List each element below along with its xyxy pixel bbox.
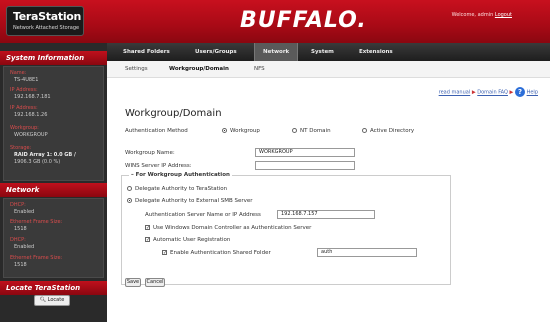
storage-value-line1: RAID Array 1: 0.0 GB / [14,152,76,158]
storage-value-line2: 1906.3 GB (0.0 %) [14,159,61,165]
network-title: Network [0,183,107,197]
enable-shared-folder-label: Enable Authentication Shared Folder [170,250,271,256]
frame2-value: 1518 [14,262,27,268]
wins-server-label: WINS Server IP Address: [125,163,192,169]
use-domain-controller-option[interactable]: ✓ Use Windows Domain Controller as Authen… [145,225,311,231]
enable-shared-folder-option[interactable]: ✓ Enable Authentication Shared Folder [162,250,271,256]
help-links: read manual ▶ Domain FAQ ▶ ? Help [439,87,538,97]
tab-extensions[interactable]: Extensions [351,43,401,61]
delegate-terastation-option[interactable]: Delegate Authority to TeraStation [127,186,227,192]
use-domain-controller-label: Use Windows Domain Controller as Authent… [153,225,312,231]
subtab-nfs[interactable]: NFS [254,66,265,72]
header-bar: TeraStation Network Attached Storage BUF… [0,0,550,43]
radio-delegate-terastation[interactable] [127,186,132,191]
tab-system[interactable]: System [303,43,342,61]
locate-terastation-title: Locate TeraStation [0,281,107,295]
dhcp2-value: Enabled [14,244,35,250]
save-button[interactable]: Save [125,278,141,287]
workgroup-value: WORKGROUP [14,132,48,138]
tab-users-groups[interactable]: Users/Groups [187,43,245,61]
frame2-label: Ethernet Frame Size: [10,255,63,261]
logo-subtitle: Network Attached Storage [13,25,80,31]
locate-button-label: Locate [47,297,65,303]
buffalo-brand: BUFFALO. [240,8,367,33]
workgroup-label: Workgroup: [10,125,39,131]
help-link[interactable]: Help [527,90,538,96]
system-info-box: Name: TS-4U8E1 IP Address: 192.168.7.181… [3,66,104,181]
active-directory-option-label: Active Directory [370,128,415,134]
cancel-button[interactable]: Cancel [145,278,165,287]
workgroup-name-label: Workgroup Name: [125,150,175,156]
welcome-text: Welcome, admin Logout [452,12,512,18]
radio-delegate-smb[interactable] [127,198,132,203]
auth-option-workgroup[interactable]: Workgroup [222,128,260,134]
workgroup-option-label: Workgroup [230,128,260,134]
delegate-terastation-label: Delegate Authority to TeraStation [135,186,228,192]
subtab-workgroup-domain[interactable]: Workgroup/Domain [169,66,229,72]
auto-user-registration-option[interactable]: ✓ Automatic User Registration [145,237,230,243]
auth-option-nt-domain[interactable]: NT Domain [292,128,331,134]
auth-server-input[interactable]: 192.168.7.157 [277,210,375,219]
top-nav: Shared Folders Users/Groups Network Syst… [107,43,550,61]
locate-icon: 🔍︎ [39,297,47,303]
storage-label: Storage: [10,145,32,151]
domain-faq-link[interactable]: Domain FAQ [477,90,508,96]
frame1-label: Ethernet Frame Size: [10,219,63,225]
welcome-label: Welcome, admin [451,12,494,18]
subtab-settings[interactable]: Settings [125,66,148,72]
name-value: TS-4U8E1 [14,77,39,83]
name-label: Name: [10,70,27,76]
external-link-icon-2: ▶ [509,89,514,96]
group-title-label: For Workgroup Authentication [135,172,230,178]
checkbox-auto-user-registration[interactable]: ✓ [145,237,150,243]
delegate-smb-label: Delegate Authority to External SMB Serve… [135,198,253,204]
wins-server-input[interactable] [255,161,355,170]
main-content: read manual ▶ Domain FAQ ▶ ? Help Workgr… [107,78,550,322]
ip1-label: IP Address: [10,87,38,93]
system-information-title: System Information [0,51,107,65]
checkbox-use-domain-controller[interactable]: ✓ [145,225,150,231]
auth-method-label: Authentication Method [125,128,188,134]
frame1-value: 1518 [14,226,27,232]
radio-nt-domain[interactable] [292,128,297,133]
terastation-logo: TeraStation Network Attached Storage [6,6,84,36]
sidebar: System Information Name: TS-4U8E1 IP Add… [0,43,107,322]
group-title: – For Workgroup Authentication [129,172,232,178]
checkbox-enable-shared-folder[interactable]: ✓ [162,250,167,256]
nt-domain-option-label: NT Domain [300,128,331,134]
auth-option-active-directory[interactable]: Active Directory [362,128,414,134]
radio-workgroup[interactable] [222,128,227,133]
network-info-box: DHCP: Enabled Ethernet Frame Size: 1518 … [3,198,104,278]
dhcp1-label: DHCP: [10,202,26,208]
dhcp1-value: Enabled [14,209,35,215]
external-link-icon: ▶ [471,89,476,96]
logout-link[interactable]: Logout [495,12,512,18]
delegate-smb-option[interactable]: Delegate Authority to External SMB Serve… [127,198,253,204]
workgroup-name-input[interactable]: WORKGROUP [255,148,355,157]
logo-title: TeraStation [13,10,82,23]
help-icon[interactable]: ? [515,87,525,97]
ip2-label: IP Address: [10,105,38,111]
page-title: Workgroup/Domain [125,108,222,119]
ip2-value: 192.168.1.26 [14,112,48,118]
read-manual-link[interactable]: read manual [439,90,471,96]
sub-nav: Settings Workgroup/Domain NFS [107,61,550,78]
tab-shared-folders[interactable]: Shared Folders [115,43,178,61]
radio-active-directory[interactable] [362,128,367,133]
auto-user-registration-label: Automatic User Registration [153,237,231,243]
shared-folder-input[interactable]: auth [317,248,417,257]
auth-server-label: Authentication Server Name or IP Address [145,212,261,218]
locate-button[interactable]: 🔍︎ Locate [34,295,70,306]
ip1-value: 192.168.7.181 [14,94,51,100]
tab-network[interactable]: Network [254,43,299,61]
dhcp2-label: DHCP: [10,237,26,243]
